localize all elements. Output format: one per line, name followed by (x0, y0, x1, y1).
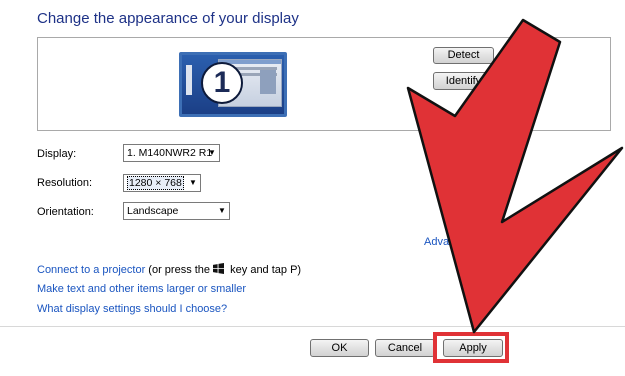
display-settings-help-link[interactable]: What display settings should I choose? (37, 303, 227, 315)
windows-logo-icon (213, 263, 225, 274)
chevron-down-icon: ▼ (208, 148, 216, 157)
ok-button[interactable]: OK (310, 339, 369, 357)
footer-divider (0, 326, 625, 327)
monitor-sidebar-graphic (186, 65, 192, 95)
apply-button[interactable]: Apply (443, 339, 503, 357)
orientation-select-value: Landscape (127, 205, 179, 217)
display-label: Display: (37, 148, 77, 160)
text-size-link[interactable]: Make text and other items larger or smal… (37, 283, 246, 295)
detect-button[interactable]: Detect (433, 47, 494, 64)
identify-button[interactable]: Identify (433, 72, 494, 90)
monitor-number-badge: 1 (201, 62, 243, 104)
orientation-select[interactable]: Landscape ▼ (123, 202, 230, 220)
projector-hint-prefix: (or press the (145, 264, 214, 276)
resolution-select[interactable]: 1280 × 768 ▼ (123, 174, 201, 192)
advanced-settings-link[interactable]: Adva (424, 236, 449, 248)
resolution-select-value: 1280 × 768 (127, 176, 184, 190)
display-preview-area: 1 (37, 37, 611, 131)
monitor-icon[interactable]: 1 (179, 52, 287, 117)
cancel-button[interactable]: Cancel (375, 339, 435, 357)
orientation-label: Orientation: (37, 206, 94, 218)
projector-hint-suffix: key and tap P) (227, 264, 302, 276)
resolution-label: Resolution: (37, 177, 93, 189)
chevron-down-icon: ▼ (189, 178, 197, 187)
projector-line: Connect to a projector (or press the key… (37, 263, 301, 276)
connect-projector-link[interactable]: Connect to a projector (37, 264, 145, 276)
page-title: Change the appearance of your display (37, 10, 299, 27)
chevron-down-icon: ▼ (218, 206, 226, 215)
display-select[interactable]: 1. M140NWR2 R1 ▼ (123, 144, 220, 162)
display-select-value: 1. M140NWR2 R1 (127, 147, 213, 159)
